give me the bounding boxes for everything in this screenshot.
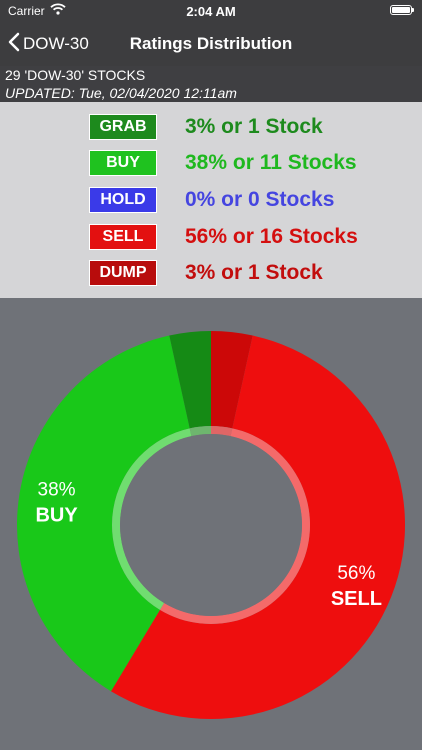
navigation-bar: DOW-30 Ratings Distribution (0, 22, 422, 66)
slice-percent-buy: 38% (38, 480, 76, 501)
legend-row-buy: BUY 38% or 11 Stocks (89, 149, 357, 177)
donut-hole (120, 434, 302, 616)
donut-svg: 38% BUY 56% SELL (17, 331, 406, 719)
hold-summary: 0% or 0 Stocks (185, 188, 335, 211)
slice-label-sell: SELL (331, 588, 382, 610)
slice-label-buy: BUY (35, 505, 78, 527)
legend-row-dump: DUMP 3% or 1 Stock (89, 259, 323, 287)
legend-row-grab: GRAB 3% or 1 Stock (89, 113, 323, 141)
buy-summary: 38% or 11 Stocks (185, 151, 357, 174)
dump-badge[interactable]: DUMP (89, 260, 157, 286)
updated-timestamp: UPDATED: Tue, 02/04/2020 12:11am (5, 85, 237, 101)
info-bar: 29 'DOW-30' STOCKS UPDATED: Tue, 02/04/2… (0, 66, 422, 102)
sell-badge[interactable]: SELL (89, 224, 157, 250)
ratings-legend: GRAB 3% or 1 Stock BUY 38% or 11 Stocks … (0, 102, 422, 298)
grab-summary: 3% or 1 Stock (185, 115, 323, 138)
dump-summary: 3% or 1 Stock (185, 261, 323, 284)
clock: 2:04 AM (186, 4, 236, 19)
battery-icon (390, 5, 414, 15)
grab-badge[interactable]: GRAB (89, 114, 157, 140)
status-bar: Carrier 2:04 AM (0, 0, 422, 22)
slice-percent-sell: 56% (337, 563, 375, 584)
ratings-donut-chart: 38% BUY 56% SELL (0, 298, 422, 750)
chevron-left-icon (8, 32, 20, 57)
hold-badge[interactable]: HOLD (89, 187, 157, 213)
buy-badge[interactable]: BUY (89, 150, 157, 176)
back-label: DOW-30 (23, 34, 89, 53)
legend-row-sell: SELL 56% or 16 Stocks (89, 223, 358, 251)
sell-summary: 56% or 16 Stocks (185, 225, 358, 248)
back-button[interactable]: DOW-30 (8, 22, 89, 66)
stock-count: 29 'DOW-30' STOCKS (5, 67, 146, 83)
legend-row-hold: HOLD 0% or 0 Stocks (89, 186, 334, 214)
